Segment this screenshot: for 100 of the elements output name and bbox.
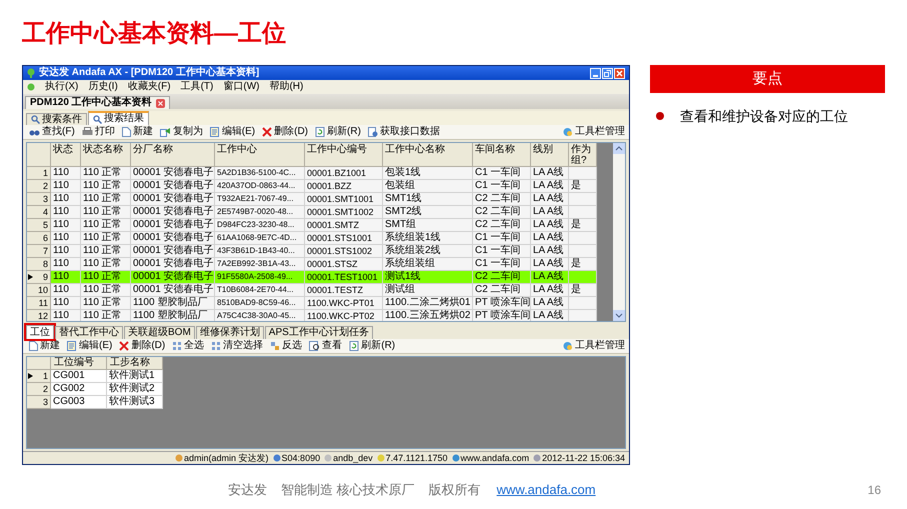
delete-icon [119, 341, 130, 351]
status-icon [175, 454, 184, 462]
table-row[interactable]: 3 CG003 软件测试3 [27, 396, 163, 409]
app-icon [27, 68, 35, 78]
slide-title: 工作中心基本资料—工位 [22, 19, 287, 49]
table-cell: LA A线 [531, 310, 569, 321]
footer-text: 版权所有 [428, 481, 481, 500]
vertical-scrollbar[interactable] [613, 143, 625, 321]
minimize-icon [593, 74, 598, 78]
table-cell: 110 正常 [81, 310, 131, 321]
detail-tab[interactable]: 关联超级BOM [124, 326, 195, 339]
row-header: 7 [27, 245, 51, 258]
database-icon [368, 127, 378, 137]
row-header: 3 [27, 193, 51, 206]
row-header: 4 [27, 206, 51, 219]
app-icon [27, 82, 35, 92]
status-item: andb_dev [324, 452, 373, 464]
status-icon [376, 454, 385, 462]
status-item: 2012-11-22 15:06:34 [533, 452, 625, 464]
detail-tab[interactable]: 维修保养计划 [196, 326, 264, 339]
detail-tab[interactable]: APS工作中心计划任务 [264, 326, 373, 339]
menu-item[interactable]: 历史(I) [88, 81, 118, 93]
row-header: 8 [27, 258, 51, 271]
close-button[interactable] [614, 68, 625, 78]
toolbar-button[interactable]: 全选 [170, 340, 206, 352]
row-header: 9 [27, 271, 51, 284]
toolbar-button[interactable]: 新建 [120, 126, 155, 138]
edit-icon [67, 341, 77, 351]
refresh-icon [315, 127, 326, 137]
toolbar-button[interactable]: 刷新(R) [313, 126, 363, 138]
restore-icon [604, 70, 611, 76]
menu-item[interactable]: 帮助(H) [269, 81, 304, 93]
view-icon [309, 341, 320, 351]
search-icon [31, 115, 40, 124]
restore-button[interactable] [602, 68, 613, 78]
toolbar-button[interactable]: 反选 [268, 340, 304, 352]
toolbar-button[interactable]: 复制为 [158, 126, 205, 138]
grid-icon [172, 341, 182, 351]
footer-text: 智能制造 核心技术原厂 [281, 481, 415, 500]
keypoints-header: 要点 [650, 65, 885, 93]
toolbar-button[interactable]: 查找(F) [27, 126, 77, 138]
row-header: 2 [27, 383, 51, 396]
toolbar-button[interactable]: 清空选择 [209, 340, 266, 352]
row-header: 5 [27, 219, 51, 232]
document-icon [29, 341, 38, 351]
close-icon [616, 70, 623, 76]
search-tab[interactable]: 搜索条件 [26, 113, 87, 125]
settings-icon [563, 341, 573, 351]
minimize-button[interactable] [590, 68, 601, 78]
row-header: 6 [27, 232, 51, 245]
refresh-icon [349, 341, 360, 351]
menu-item[interactable]: 收藏夹(F) [128, 81, 171, 93]
status-icon [324, 454, 332, 462]
detail-tab[interactable]: 工位 [26, 325, 54, 339]
row-header: 1 [27, 167, 51, 180]
status-icon [452, 454, 460, 462]
scroll-down-icon[interactable] [613, 310, 625, 321]
toolbar-button[interactable]: 打印 [80, 126, 117, 138]
grid-icon [211, 341, 222, 351]
row-header: 3 [27, 396, 51, 409]
table-cell: A75C4C38-30A0-45... [215, 310, 305, 321]
menu-item[interactable]: 工具(T) [180, 81, 214, 93]
row-header: 1 [27, 370, 51, 383]
website-link[interactable]: www.andafa.com [496, 480, 596, 500]
toolbar-button[interactable]: 获取接口数据 [366, 126, 442, 138]
close-tab-icon[interactable] [156, 98, 165, 108]
bullet-icon [656, 112, 664, 120]
edit-icon [210, 127, 220, 137]
toolbar-button[interactable]: 删除(D) [117, 340, 168, 352]
swap-icon [270, 341, 280, 351]
menu-item[interactable]: 窗口(W) [223, 81, 260, 93]
row-header: 11 [27, 297, 51, 310]
toolbar-button[interactable]: 查看 [307, 340, 344, 352]
status-item: www.andafa.com [452, 452, 530, 464]
toolbar-button[interactable]: 编辑(E) [208, 126, 258, 138]
search-icon [93, 114, 102, 124]
toolbar-settings-button[interactable]: 工具栏管理 [563, 340, 625, 352]
toolbar-button[interactable]: 编辑(E) [65, 340, 114, 352]
table-cell: 1100.三涂五烤烘02 [383, 310, 473, 321]
toolbar-settings-button[interactable]: 工具栏管理 [563, 126, 625, 138]
detail-tab[interactable]: 替代工作中心 [55, 326, 123, 339]
toolbar-button[interactable]: 刷新(R) [347, 340, 398, 352]
printer-icon [82, 127, 93, 137]
document-tab[interactable]: PDM120 工作中心基本资料 [25, 96, 170, 109]
delete-icon [262, 127, 272, 137]
status-item: admin(admin 安达发) [175, 452, 269, 464]
status-item: 7.47.1121.1750 [376, 452, 448, 464]
table-cell: 软件测试3 [107, 396, 163, 409]
settings-icon [563, 127, 573, 137]
row-header: 12 [27, 310, 51, 321]
status-item: S04:8090 [272, 452, 320, 464]
toolbar-button[interactable]: 删除(D) [260, 126, 310, 138]
table-row[interactable]: 2 CG002 软件测试2 [27, 383, 163, 396]
status-icon [533, 454, 542, 462]
search-tab[interactable]: 搜索结果 [88, 111, 149, 125]
table-cell: 1100.WKC-PT02 [305, 310, 383, 321]
window-title: 安达发 Andafa AX - [PDM120 工作中心基本资料] [39, 67, 260, 79]
table-row[interactable]: 1 CG001 软件测试1 [27, 370, 163, 383]
menu-item[interactable]: 执行(X) [45, 81, 78, 93]
scroll-up-icon[interactable] [613, 143, 625, 154]
